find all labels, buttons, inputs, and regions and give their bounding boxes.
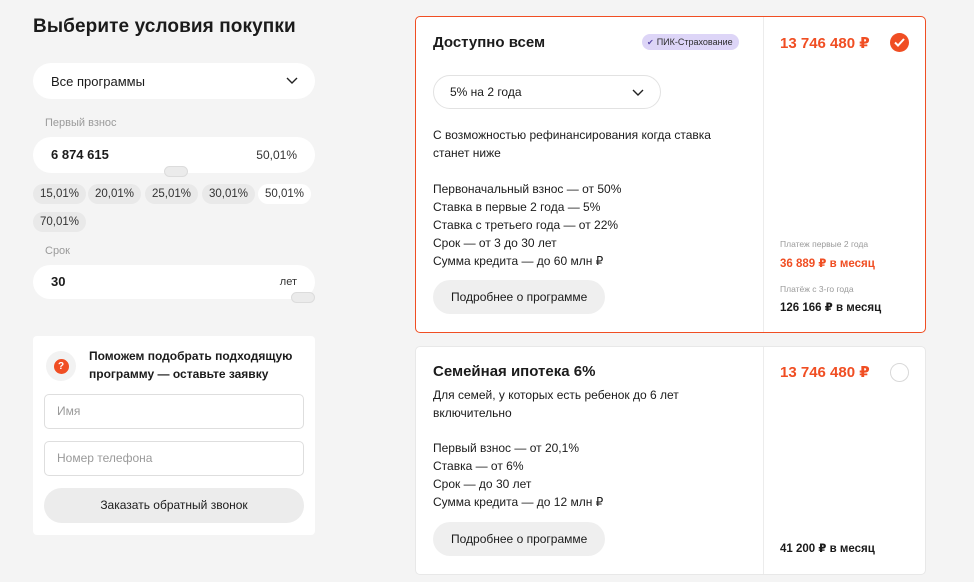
down-payment-chip[interactable]: 25,01% — [145, 184, 199, 204]
condition-item: Срок — до 30 лет — [433, 477, 532, 491]
chevron-down-icon — [632, 89, 644, 96]
down-payment-slider-handle[interactable] — [164, 166, 188, 177]
down-payment-label: Первый взнос — [45, 117, 117, 129]
program-price: 13 746 480 ₽ — [780, 35, 870, 52]
condition-item: Ставка — от 6% — [433, 459, 524, 473]
condition-item: Сумма кредита — до 12 млн ₽ — [433, 495, 604, 509]
program-select-value: Все программы — [51, 73, 145, 89]
phone-field[interactable]: Номер телефона — [44, 441, 304, 476]
program-title: Семейная ипотека 6% — [433, 363, 596, 380]
down-payment-chip[interactable]: 20,01% — [88, 184, 142, 204]
condition-item: Ставка в первые 2 года — 5% — [433, 200, 601, 214]
down-payment-value: 6 874 615 — [51, 147, 109, 162]
program-card-family[interactable]: Семейная ипотека 6% Для семей, у которых… — [415, 346, 926, 575]
page-title: Выберите условия покупки — [33, 16, 296, 37]
program-conditions: Первоначальный взнос — от 50% Ставка в пе… — [433, 180, 743, 270]
term-value: 30 — [51, 274, 66, 289]
program-title: Доступно всем — [433, 34, 546, 51]
payment-label-later: Платёж с 3-го года — [780, 284, 854, 294]
program-details-button[interactable]: Подробнее о программе — [433, 522, 606, 556]
condition-item: Первый взнос — от 20,1% — [433, 441, 579, 455]
down-payment-chip[interactable]: 50,01% — [258, 184, 312, 204]
down-payment-chip[interactable]: 70,01% — [33, 212, 87, 232]
term-label: Срок — [45, 245, 70, 257]
term-slider-handle[interactable] — [291, 292, 315, 303]
payment-value-later: 126 166 ₽ в месяц — [780, 302, 882, 314]
down-payment-field[interactable]: 6 874 615 50,01% — [33, 137, 315, 177]
program-description: Для семей, у которых есть ребенок до 6 л… — [433, 388, 679, 420]
condition-item: Первоначальный взнос — от 50% — [433, 182, 622, 196]
callback-form: ? Поможем подобрать подходящую программу… — [33, 336, 315, 535]
condition-item: Сумма кредита — до 60 млн ₽ — [433, 254, 604, 268]
program-price: 13 746 480 ₽ — [780, 364, 870, 381]
condition-item: Срок — от 3 до 30 лет — [433, 236, 557, 250]
program-details-button[interactable]: Подробнее о программе — [433, 280, 606, 314]
down-payment-chip[interactable]: 15,01% — [33, 184, 87, 204]
program-card-available[interactable]: Доступно всем ✔ ПИК-Страхование 5% на 2 г… — [415, 16, 926, 333]
payment-value: 41 200 ₽ в месяц — [780, 543, 875, 555]
select-radio[interactable] — [890, 363, 909, 382]
condition-item: Ставка с третьего года — от 22% — [433, 218, 619, 232]
check-icon: ✔ — [647, 38, 654, 47]
selected-check-icon[interactable] — [890, 33, 909, 52]
term-unit: лет — [279, 276, 297, 288]
down-payment-chip[interactable]: 30,01% — [202, 184, 256, 204]
program-description: С возможностью рефинансирования когда ст… — [433, 128, 711, 160]
card-divider — [763, 17, 764, 332]
payment-label-first: Платеж первые 2 года — [780, 239, 869, 249]
rate-select-value: 5% на 2 года — [450, 85, 522, 99]
insurance-badge: ✔ ПИК-Страхование — [642, 34, 739, 50]
down-payment-percent: 50,01% — [256, 148, 297, 162]
chevron-down-icon — [286, 77, 298, 84]
rate-select[interactable]: 5% на 2 года — [433, 75, 661, 109]
question-icon: ? — [46, 351, 76, 381]
name-field[interactable]: Имя — [44, 394, 304, 429]
payment-value-first: 36 889 ₽ в месяц — [780, 258, 875, 270]
program-conditions: Первый взнос — от 20,1% Ставка — от 6% Сро… — [433, 439, 743, 511]
card-divider — [763, 347, 764, 574]
term-field[interactable]: 30 лет — [33, 265, 315, 303]
callback-prompt: Поможем подобрать подходящую программу —… — [89, 349, 293, 381]
request-callback-button[interactable]: Заказать обратный звонок — [44, 488, 304, 523]
program-select[interactable]: Все программы — [33, 63, 315, 99]
